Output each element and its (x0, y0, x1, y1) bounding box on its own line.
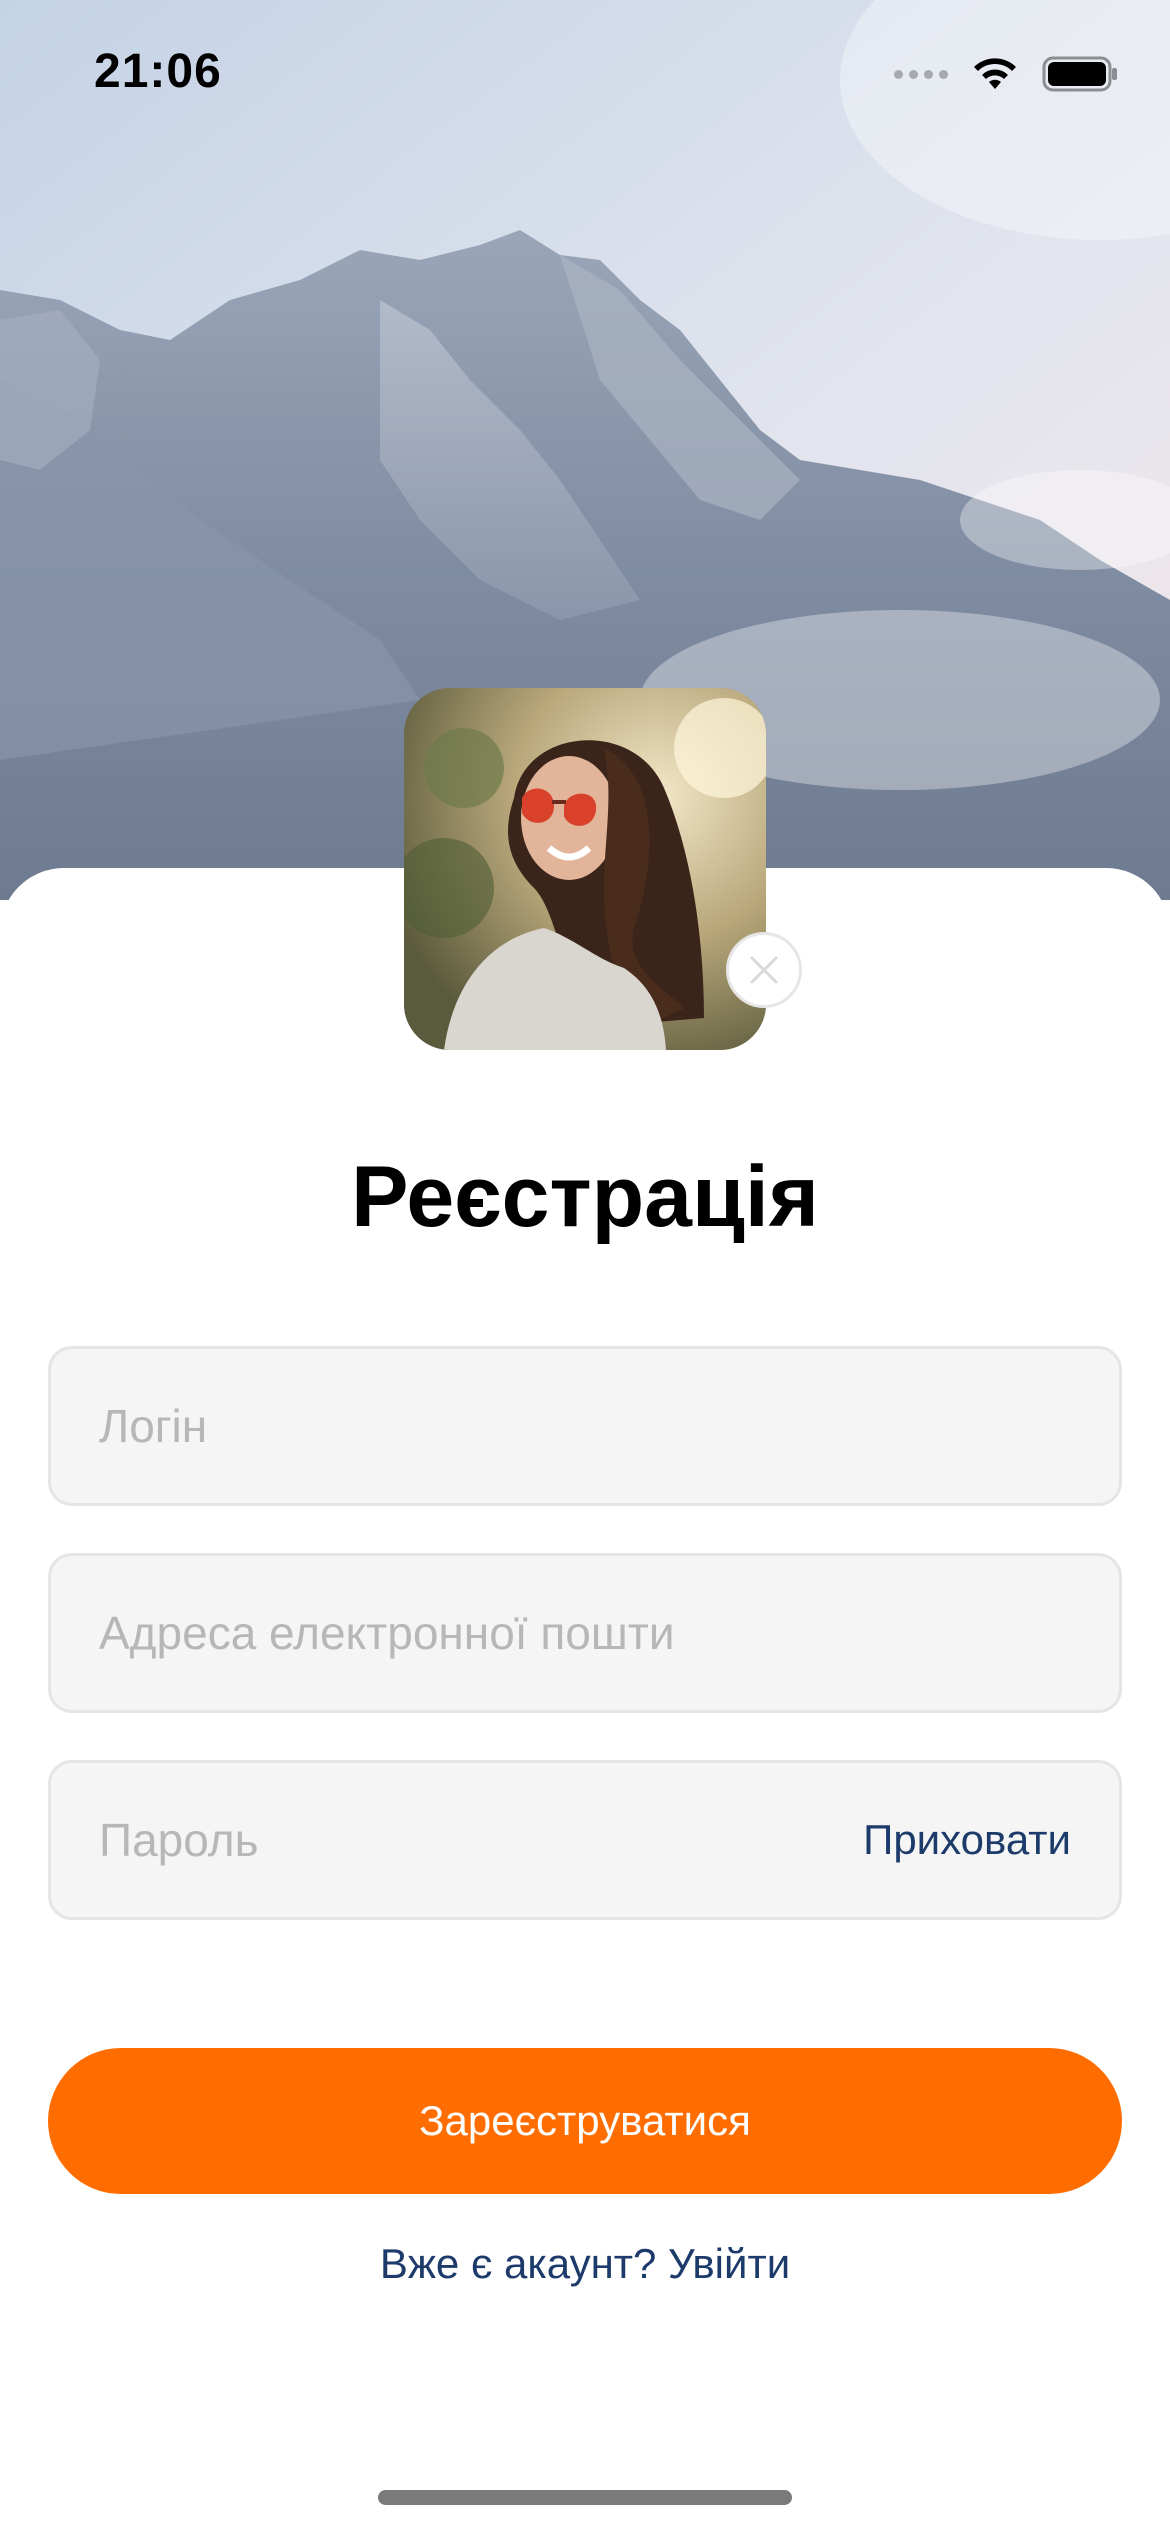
login-input[interactable] (99, 1349, 859, 1503)
remove-photo-button[interactable] (726, 932, 802, 1008)
email-field[interactable] (48, 1553, 1122, 1713)
status-time: 21:06 (94, 45, 222, 98)
registration-screen: 21:06 Реєстрація Логін Адреса електронно… (0, 0, 1170, 2532)
cellular-signal-icon (894, 69, 948, 79)
status-bar: 21:06 (0, 0, 1170, 150)
register-button[interactable]: Зареєструватися (48, 2048, 1122, 2194)
wifi-icon (974, 58, 1016, 89)
status-icons (894, 52, 1118, 96)
password-input[interactable] (99, 1763, 859, 1917)
login-link[interactable]: Вже є акаунт? Увійти (0, 2240, 1170, 2288)
battery-icon (1042, 56, 1117, 92)
email-input[interactable] (99, 1556, 859, 1710)
page-title: Реєстрація (351, 1149, 819, 1245)
profile-avatar[interactable] (404, 688, 766, 1050)
hide-password-toggle[interactable]: Приховати (863, 1763, 1071, 1917)
home-indicator (378, 2490, 792, 2505)
close-icon (750, 956, 778, 984)
password-field[interactable]: Приховати (48, 1760, 1122, 1920)
login-field[interactable] (48, 1346, 1122, 1506)
